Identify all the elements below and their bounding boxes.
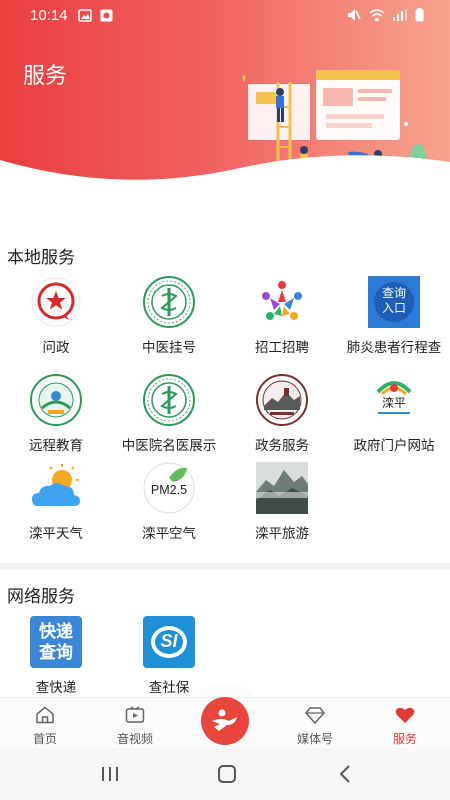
remote-education-logo-icon	[30, 374, 82, 426]
service-wenzheng[interactable]: 问政	[0, 276, 112, 364]
service-label: 招工招聘	[255, 340, 309, 355]
pm25-leaf-icon: PM2.5	[143, 462, 195, 514]
service-label: 政务服务	[255, 438, 309, 453]
icon-text: 查询	[381, 286, 406, 300]
government-portal-icon: 滦平	[368, 374, 420, 426]
icon-text: 快递	[39, 622, 73, 641]
nav-label: 媒体号	[296, 732, 333, 746]
service-government-portal[interactable]: 滦平 政府门户网站	[338, 374, 450, 462]
service-label: 远程教育	[29, 438, 83, 453]
mountain-landscape-icon	[256, 462, 308, 514]
battery-icon	[415, 8, 424, 22]
service-tcm-doctors[interactable]: 中医院名医展示	[113, 374, 225, 462]
query-entry-icon: 查询 入口	[368, 276, 420, 328]
weather-sun-cloud-icon	[30, 462, 82, 514]
signal-icon	[393, 9, 407, 21]
service-express-query[interactable]: 快递 查询 查快递	[0, 616, 112, 704]
gallery-notification-icon	[78, 9, 92, 22]
wifi-icon	[369, 8, 385, 21]
service-label: 滦平旅游	[255, 526, 309, 541]
service-label: 中医院名医展示	[121, 438, 217, 453]
service-label: 中医挂号	[142, 340, 196, 355]
tcm-doctors-logo-icon	[143, 374, 195, 426]
service-label: 问政	[42, 340, 70, 355]
status-bar: 10:14	[0, 0, 450, 32]
service-government-affairs[interactable]: 政务服务	[226, 374, 338, 462]
app-notification-icon	[100, 9, 113, 22]
center-logo-button[interactable]	[201, 697, 249, 745]
center-logo-icon	[212, 709, 237, 731]
header-wave	[0, 155, 450, 200]
service-air-quality[interactable]: PM2.5 滦平空气	[113, 462, 225, 550]
nav-service[interactable]: 服务	[370, 706, 440, 747]
diamond-icon	[305, 707, 325, 725]
home-button-icon[interactable]	[217, 764, 237, 784]
icon-text: SI	[160, 631, 178, 651]
service-tcm-registration[interactable]: 中医挂号	[113, 276, 225, 364]
icon-text: 滦平	[382, 396, 407, 410]
service-label: 查快递	[35, 680, 77, 695]
heart-icon	[395, 707, 415, 723]
express-query-icon: 快递 查询	[30, 616, 82, 668]
nav-media[interactable]: 媒体号	[280, 706, 350, 747]
service-remote-education[interactable]: 远程教育	[0, 374, 112, 462]
service-recruitment[interactable]: 招工招聘	[226, 276, 338, 364]
icon-text: PM2.5	[150, 483, 188, 497]
page-title: 服务	[23, 63, 68, 88]
section-divider	[0, 563, 450, 570]
great-wall-badge-icon	[256, 374, 308, 426]
home-icon	[36, 706, 54, 724]
service-tourism[interactable]: 滦平旅游	[226, 462, 338, 550]
service-weather[interactable]: 滦平天气	[0, 462, 112, 550]
nav-label: 音视频	[116, 732, 153, 746]
icon-text: 查询	[39, 643, 73, 662]
system-navigation-bar	[0, 748, 450, 800]
nav-label: 服务	[392, 732, 417, 746]
recruitment-people-icon	[256, 276, 308, 328]
recent-apps-icon[interactable]	[100, 765, 120, 783]
network-services-title: 网络服务	[7, 587, 75, 606]
video-icon	[125, 706, 145, 723]
header-banner: 10:14 服务	[0, 0, 450, 200]
service-patient-trip-query[interactable]: 查询 入口 肺炎患者行程查	[338, 276, 450, 364]
wenzheng-star-icon	[30, 276, 82, 328]
social-security-icon: SI	[143, 616, 195, 668]
mute-icon	[348, 9, 361, 21]
service-label: 滦平天气	[29, 526, 83, 541]
local-services-title: 本地服务	[7, 248, 75, 267]
nav-home[interactable]: 首页	[10, 706, 80, 747]
back-icon[interactable]	[338, 764, 352, 784]
nav-video[interactable]: 音视频	[100, 706, 170, 747]
service-label: 滦平空气	[142, 526, 196, 541]
tcm-hospital-logo-icon	[143, 276, 195, 328]
service-label: 肺炎患者行程查	[346, 340, 442, 355]
nav-label: 首页	[32, 732, 57, 746]
service-label: 政府门户网站	[353, 438, 435, 453]
status-time: 10:14	[30, 7, 68, 24]
icon-text: 入口	[381, 301, 406, 315]
